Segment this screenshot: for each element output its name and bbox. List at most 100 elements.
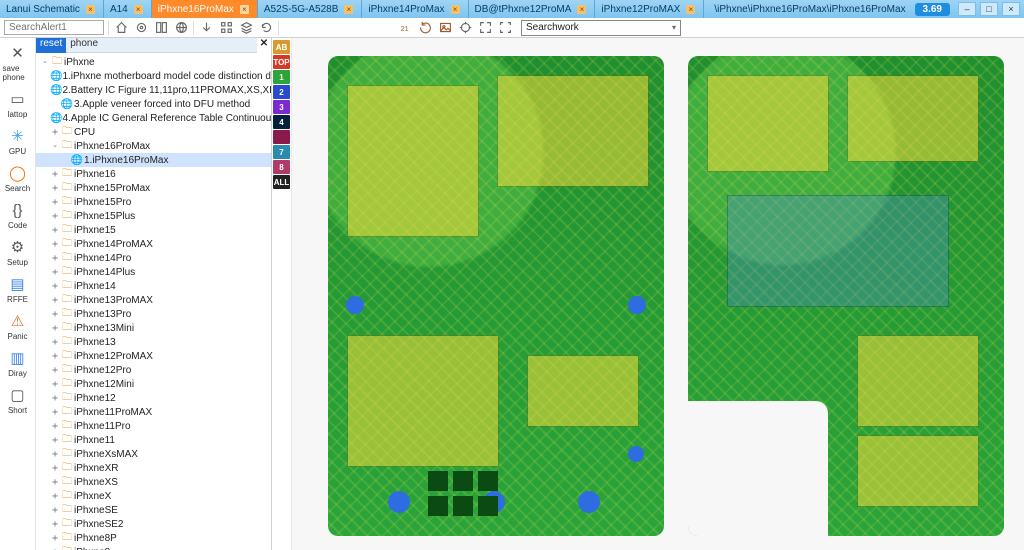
tree-twist-icon[interactable]: + bbox=[50, 421, 60, 432]
board-canvas[interactable]: ĐIỆN VIỄN TH VIỄN TH TH bbox=[292, 38, 1024, 550]
tree-twist-icon[interactable]: + bbox=[50, 407, 60, 418]
layer-strip: ABTOP1234 78ALL bbox=[272, 38, 292, 550]
tree-twist-icon[interactable]: + bbox=[50, 337, 60, 348]
tree-close-icon[interactable]: ✕ bbox=[257, 38, 271, 53]
tool-grid-icon[interactable] bbox=[218, 20, 234, 36]
tree-twist-icon[interactable]: + bbox=[50, 309, 60, 320]
tool-fullscreen-icon[interactable] bbox=[477, 20, 493, 36]
tab-iphxne12promax[interactable]: iPhxne12ProMAX× bbox=[595, 0, 704, 18]
layer-AB[interactable]: AB bbox=[273, 40, 290, 54]
dock-phone[interactable]: ✕save phone bbox=[3, 42, 33, 82]
tab-a52s5ga528b[interactable]: A52S-5G-A528B× bbox=[258, 0, 363, 18]
globe-icon: 🌐 bbox=[50, 85, 62, 96]
tree-twist-icon[interactable]: + bbox=[50, 533, 60, 544]
tree-twist-icon[interactable]: + bbox=[50, 491, 60, 502]
tab-close-icon[interactable]: × bbox=[686, 5, 695, 14]
tree-twist-icon[interactable]: + bbox=[50, 225, 60, 236]
tab-lanuischematic[interactable]: Lanui Schematic× bbox=[0, 0, 104, 18]
tree-twist-icon[interactable]: + bbox=[50, 435, 60, 446]
dock-code[interactable]: {}Code bbox=[3, 199, 33, 230]
window-close[interactable]: × bbox=[1002, 2, 1020, 16]
layer-8[interactable]: 8 bbox=[273, 160, 290, 174]
tab-close-icon[interactable]: × bbox=[451, 5, 460, 14]
tree-twist-icon[interactable]: + bbox=[50, 351, 60, 362]
tree-twist-icon[interactable]: + bbox=[50, 379, 60, 390]
tree-item[interactable]: -🗀iPhxne16ProMax bbox=[36, 139, 271, 153]
layer-7[interactable]: 7 bbox=[273, 145, 290, 159]
tree-twist-icon[interactable]: - bbox=[50, 141, 60, 152]
window-maximize[interactable]: □ bbox=[980, 2, 998, 16]
tree-twist-icon[interactable]: + bbox=[50, 239, 60, 250]
tool-down-icon[interactable] bbox=[198, 20, 214, 36]
tool-book-icon[interactable] bbox=[153, 20, 169, 36]
tree-twist-icon[interactable]: + bbox=[50, 295, 60, 306]
tool-21-icon[interactable]: 21 bbox=[397, 20, 413, 36]
search-input[interactable] bbox=[4, 20, 104, 35]
tree-twist-icon[interactable]: + bbox=[50, 463, 60, 474]
tab-dbtphxne12proma[interactable]: DB@tPhxne12ProMA× bbox=[469, 0, 596, 18]
layer-2[interactable]: 2 bbox=[273, 85, 290, 99]
tree-reset[interactable]: reset bbox=[36, 38, 66, 53]
tool-home-icon[interactable] bbox=[113, 20, 129, 36]
layer-3[interactable]: 3 bbox=[273, 100, 290, 114]
tree-twist-icon[interactable]: + bbox=[50, 365, 60, 376]
layer-ALL[interactable]: ALL bbox=[273, 175, 290, 189]
tab-iphxne16promax[interactable]: iPhxne16ProMax× bbox=[152, 0, 258, 18]
tree-twist-icon[interactable]: + bbox=[50, 267, 60, 278]
tree-twist-icon[interactable]: + bbox=[50, 393, 60, 404]
tab-close-icon[interactable]: × bbox=[86, 5, 95, 14]
dock-diray[interactable]: ▥Diray bbox=[3, 347, 33, 378]
tree[interactable]: -🗀iPhxne🌐1.iPhxne motherboard model code… bbox=[36, 53, 271, 550]
tree-twist-icon[interactable]: - bbox=[40, 57, 50, 68]
layer-TOP[interactable]: TOP bbox=[273, 55, 290, 69]
dock-lattop[interactable]: ▭lattop bbox=[3, 88, 33, 119]
tool-refresh-icon[interactable] bbox=[258, 20, 274, 36]
tree-item[interactable]: 🌐3.Apple veneer forced into DFU method bbox=[36, 97, 271, 111]
tree-item[interactable]: 🌐1.iPhxne motherboard model code distinc… bbox=[36, 69, 271, 83]
tree-twist-icon[interactable]: + bbox=[50, 183, 60, 194]
tree-twist-icon[interactable]: + bbox=[50, 169, 60, 180]
tool-crosshair-icon[interactable] bbox=[457, 20, 473, 36]
tree-twist-icon[interactable]: + bbox=[50, 323, 60, 334]
tab-close-icon[interactable]: × bbox=[344, 5, 353, 14]
tree-twist-icon[interactable]: + bbox=[50, 127, 60, 138]
tree-label: iPhxne15Pro bbox=[74, 197, 131, 208]
tree-twist-icon[interactable]: + bbox=[50, 477, 60, 488]
tab-close-icon[interactable]: × bbox=[240, 5, 249, 14]
layer-1[interactable]: 1 bbox=[273, 70, 290, 84]
tree-twist-icon[interactable]: + bbox=[50, 253, 60, 264]
searchwork-combo[interactable]: Searchwork ▾ bbox=[521, 20, 681, 36]
tree-twist-icon[interactable]: + bbox=[50, 505, 60, 516]
tool-globe-icon[interactable] bbox=[173, 20, 189, 36]
dock-rffe[interactable]: ▤RFFE bbox=[3, 273, 33, 304]
svg-text:21: 21 bbox=[400, 24, 408, 33]
tree-label: iPhxne14 bbox=[74, 281, 116, 292]
tool-layers-icon[interactable] bbox=[238, 20, 254, 36]
tree-twist-icon[interactable]: + bbox=[50, 281, 60, 292]
dock-search[interactable]: ◯Search bbox=[3, 162, 33, 193]
tree-twist-icon[interactable]: + bbox=[50, 519, 60, 530]
dock-gpu[interactable]: ✳GPU bbox=[3, 125, 33, 156]
tree-twist-icon[interactable]: + bbox=[50, 449, 60, 460]
tree-twist-icon[interactable]: + bbox=[50, 211, 60, 222]
tool-rotate-icon[interactable] bbox=[417, 20, 433, 36]
tree-item[interactable]: -🗀iPhxne bbox=[36, 55, 271, 69]
tool-target-icon[interactable] bbox=[133, 20, 149, 36]
tree-twist-icon[interactable]: + bbox=[50, 547, 60, 550]
dock-short[interactable]: ▢Short bbox=[3, 384, 33, 415]
tree-item[interactable]: 🌐2.Battery IC Figure 11,11pro,11PROMAX,X… bbox=[36, 83, 271, 97]
tab-close-icon[interactable]: × bbox=[577, 5, 586, 14]
tool-image-icon[interactable] bbox=[437, 20, 453, 36]
tool-corners-icon[interactable] bbox=[497, 20, 513, 36]
tree-pane: reset phone ✕ -🗀iPhxne🌐1.iPhxne motherbo… bbox=[36, 38, 272, 550]
dock-setup[interactable]: ⚙Setup bbox=[3, 236, 33, 267]
window-minimize[interactable]: – bbox=[958, 2, 976, 16]
tab-a14[interactable]: A14× bbox=[104, 0, 152, 18]
layer-4[interactable]: 4 bbox=[273, 115, 290, 129]
tab-close-icon[interactable]: × bbox=[134, 5, 143, 14]
tree-item[interactable]: +🗀iPhxne8 bbox=[36, 545, 271, 550]
layer-x[interactable] bbox=[273, 130, 290, 144]
dock-panic[interactable]: ⚠Panic bbox=[3, 310, 33, 341]
tree-twist-icon[interactable]: + bbox=[50, 197, 60, 208]
tab-iphxne14promax[interactable]: iPhxne14ProMax× bbox=[362, 0, 468, 18]
